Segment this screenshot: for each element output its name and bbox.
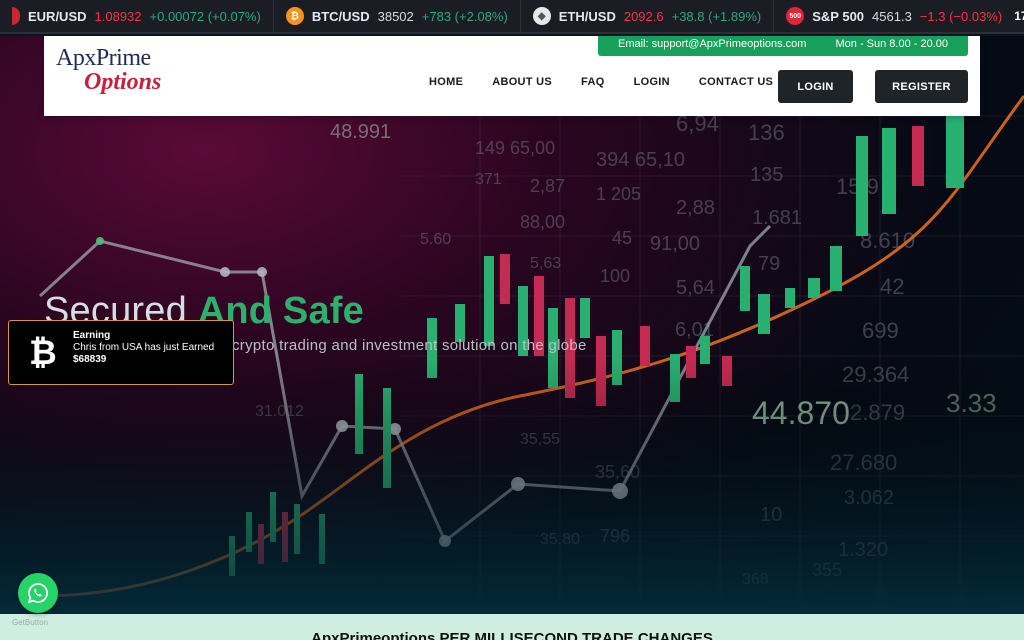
sp500-icon: 500 <box>786 7 805 25</box>
ethereum-icon: ◆ <box>532 7 551 25</box>
logo-text-top: ApxPrime <box>56 45 151 71</box>
svg-text:2,87: 2,87 <box>530 176 565 196</box>
ticker-change: +783 (+2.08%) <box>421 8 508 24</box>
nav-contact-us[interactable]: CONTACT US <box>699 76 773 88</box>
site-logo[interactable]: ApxPrime Options <box>56 46 166 102</box>
nav-home[interactable]: HOME <box>429 76 463 88</box>
ticker-price: 1.08932 <box>94 8 142 24</box>
svg-text:5,64: 5,64 <box>676 277 715 299</box>
svg-text:45: 45 <box>612 228 632 248</box>
ticker-price: 38502 <box>377 8 414 24</box>
whatsapp-icon <box>27 583 48 604</box>
svg-text:5,63: 5,63 <box>530 255 561 272</box>
nav-faq[interactable]: FAQ <box>581 76 605 88</box>
svg-text:135: 135 <box>750 164 783 186</box>
ticker-price: 4561.3 <box>872 8 912 24</box>
ticker-price: 2092.6 <box>623 8 664 24</box>
ticker-symbol: S&P 500 <box>812 8 865 24</box>
svg-text:149 65,00: 149 65,00 <box>475 138 555 158</box>
svg-text:1 205: 1 205 <box>596 184 641 204</box>
svg-text:91,00: 91,00 <box>650 233 700 255</box>
hero-subline: crypto trading and investment solution o… <box>232 337 587 354</box>
whatsapp-chat-button[interactable] <box>18 573 58 613</box>
register-button[interactable]: REGISTER <box>875 70 968 103</box>
ticker-symbol: EUR/USD <box>28 8 87 24</box>
getbutton-credit[interactable]: GetButton <box>12 618 48 627</box>
main-nav: HOME ABOUT US FAQ LOGIN CONTACT US <box>429 76 773 88</box>
svg-text:79: 79 <box>758 253 780 275</box>
ticker-change: −1.3 (−0.03%) <box>919 8 1003 24</box>
svg-text:394 65,10: 394 65,10 <box>596 149 685 171</box>
svg-text:136: 136 <box>748 120 785 145</box>
svg-text:1.681: 1.681 <box>752 207 802 229</box>
ticker-change: +38.8 (+1.89%) <box>671 8 762 24</box>
trade-changes-section: ApxPrimeoptions PER MILLISECOND TRADE CH… <box>0 614 1024 640</box>
bitcoin-icon: ₿ <box>29 333 57 373</box>
tradingview-logo-icon[interactable]: 17 <box>1014 9 1024 23</box>
ticker-item-sp500[interactable]: 500 S&P 500 4561.3 −1.3 (−0.03%) <box>774 0 1014 32</box>
svg-text:48.991: 48.991 <box>330 121 391 143</box>
svg-text:5.60: 5.60 <box>420 231 451 248</box>
svg-text:42: 42 <box>880 274 904 299</box>
contact-bar: Email: support@ApxPrimeoptions.com Mon -… <box>598 36 968 56</box>
nav-login[interactable]: LOGIN <box>634 76 670 88</box>
earning-notification[interactable]: ₿ Earning Chris from USA has just Earned… <box>8 320 234 385</box>
svg-text:100: 100 <box>600 266 630 286</box>
ticker-item-ethusd[interactable]: ◆ ETH/USD 2092.6 +38.8 (+1.89%) <box>521 0 775 32</box>
ticker-symbol: ETH/USD <box>558 8 616 24</box>
ticker-symbol: BTC/USD <box>311 8 370 24</box>
ticker-change: +0.00072 (+0.07%) <box>149 8 261 24</box>
price-ticker: EUR/USD 1.08932 +0.00072 (+0.07%) ₿ BTC/… <box>0 0 1024 34</box>
site-header: ApxPrime Options Email: support@ApxPrime… <box>44 36 980 116</box>
nav-about-us[interactable]: ABOUT US <box>492 76 552 88</box>
ticker-item-eurusd[interactable]: EUR/USD 1.08932 +0.00072 (+0.07%) <box>0 0 274 32</box>
notification-amount: $68839 <box>73 354 107 365</box>
flag-icon <box>12 7 20 25</box>
logo-text-bottom: Options <box>84 69 162 95</box>
svg-text:88,00: 88,00 <box>520 212 565 232</box>
ticker-item-btcusd[interactable]: ₿ BTC/USD 38502 +783 (+2.08%) <box>274 0 521 32</box>
login-button[interactable]: LOGIN <box>778 70 853 103</box>
trade-changes-title: ApxPrimeoptions PER MILLISECOND TRADE CH… <box>311 630 713 640</box>
svg-text:2,88: 2,88 <box>676 197 715 219</box>
bitcoin-icon: ₿ <box>285 7 304 25</box>
contact-email[interactable]: Email: support@ApxPrimeoptions.com <box>618 38 806 50</box>
notification-title: Earning <box>73 330 111 341</box>
svg-text:371: 371 <box>475 171 502 188</box>
notification-message: Chris from USA has just Earned <box>73 342 215 353</box>
contact-hours: Mon - Sun 8.00 - 20.00 <box>835 38 948 50</box>
svg-text:699: 699 <box>862 318 899 343</box>
